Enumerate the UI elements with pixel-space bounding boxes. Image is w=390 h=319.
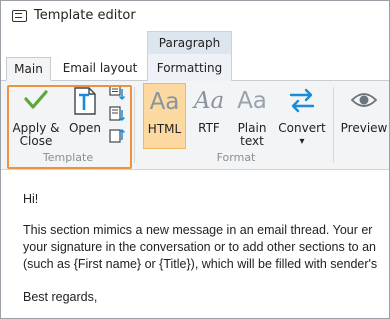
window-title: Template editor bbox=[34, 8, 136, 23]
preview-label: Preview bbox=[340, 121, 388, 135]
html-format-icon: Aa bbox=[149, 89, 180, 115]
html-button[interactable]: Aa HTML bbox=[143, 83, 186, 149]
greeting-line: Hi! bbox=[23, 192, 39, 206]
tab-email-layout[interactable]: Email layout bbox=[59, 57, 141, 81]
tab-formatting[interactable]: Formatting bbox=[147, 54, 232, 81]
convert-label: Convert bbox=[278, 121, 326, 135]
html-label: HTML bbox=[147, 122, 182, 136]
body-line-3: (such as {First name} or {Title}), which… bbox=[23, 257, 378, 271]
preview-button[interactable]: Preview bbox=[339, 83, 389, 149]
rtf-label: RTF bbox=[198, 121, 220, 135]
app-icon bbox=[12, 10, 27, 22]
email-editor[interactable]: Hi! This section mimics a new message in… bbox=[1, 171, 389, 318]
plain-format-icon: Aa bbox=[237, 88, 267, 114]
body-line-2: your signature in the conversation or to… bbox=[23, 240, 376, 254]
eye-icon bbox=[350, 93, 378, 107]
plain-text-button[interactable]: Aa Plain text bbox=[232, 83, 272, 149]
signoff-line: Best regards, bbox=[23, 290, 98, 304]
template-editor-window: Template editor Paragraph Main Email lay… bbox=[0, 0, 390, 319]
plain-label-2: text bbox=[240, 134, 264, 148]
body-line-1: This section mimics a new message in an … bbox=[23, 223, 373, 237]
convert-button[interactable]: Convert ▾ bbox=[275, 83, 329, 149]
title-bar: Template editor bbox=[1, 1, 389, 31]
convert-arrows-icon bbox=[289, 88, 315, 113]
ribbon-tabs: Main Email layout Formatting bbox=[1, 54, 389, 81]
format-group-label: Format bbox=[216, 151, 256, 164]
template-group-highlight bbox=[7, 85, 132, 169]
tab-main[interactable]: Main bbox=[6, 57, 51, 81]
separator bbox=[333, 87, 334, 163]
context-group-paragraph: Paragraph bbox=[147, 31, 232, 54]
chevron-down-icon: ▾ bbox=[299, 136, 305, 147]
rtf-format-icon: Aa bbox=[193, 88, 225, 114]
separator bbox=[134, 87, 135, 163]
rtf-button[interactable]: Aa RTF bbox=[189, 83, 229, 149]
